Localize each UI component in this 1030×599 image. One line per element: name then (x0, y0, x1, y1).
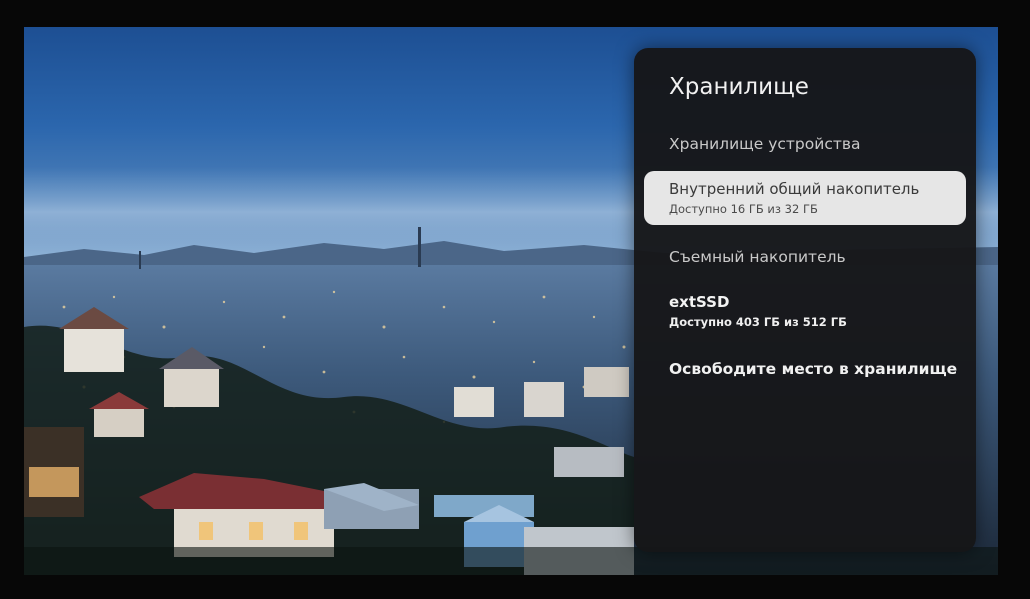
storage-settings-panel: Хранилище Хранилище устройства Внутренни… (634, 48, 976, 552)
internal-storage-item[interactable]: Внутренний общий накопитель Доступно 16 … (644, 171, 966, 225)
tv-screen: Хранилище Хранилище устройства Внутренни… (24, 27, 998, 575)
section-label-device-storage: Хранилище устройства (669, 135, 861, 153)
ext-ssd-item[interactable]: extSSD Доступно 403 ГБ из 512 ГБ (644, 284, 966, 338)
panel-title: Хранилище (669, 74, 809, 100)
tv-bezel: Хранилище Хранилище устройства Внутренни… (0, 0, 1030, 599)
internal-storage-usage: Доступно 16 ГБ из 32 ГБ (669, 202, 818, 216)
ext-ssd-usage: Доступно 403 ГБ из 512 ГБ (669, 315, 847, 329)
section-label-removable-storage: Съемный накопитель (669, 248, 846, 266)
free-up-storage-button[interactable]: Освободите место в хранилище (669, 360, 957, 378)
internal-storage-title: Внутренний общий накопитель (669, 180, 920, 198)
ext-ssd-title: extSSD (669, 293, 730, 311)
